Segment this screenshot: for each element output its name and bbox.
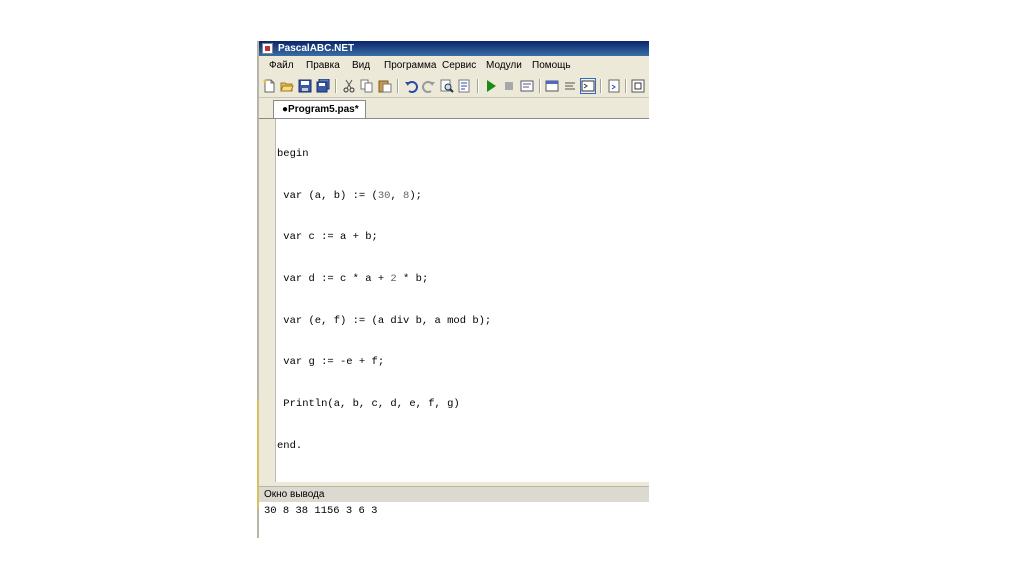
output-text: 30 8 38 1156 3 6 3 [264, 505, 378, 517]
menu-bar: Файл Правка Вид Программа Сервис Модули … [259, 56, 649, 76]
new-file-icon[interactable] [262, 79, 276, 93]
stop-icon[interactable] [502, 79, 516, 93]
code-line: Println(a, b, c, d, e, f, g) [277, 398, 460, 411]
code-line: var c := a + b; [277, 231, 378, 244]
save-all-icon[interactable] [316, 79, 330, 93]
code-line: end. [277, 439, 303, 452]
code-line: var (a, b) := (30, 8); [277, 189, 422, 202]
editor-tab-strip: ●Program5.pas* [259, 98, 649, 118]
debug-icon[interactable] [520, 79, 534, 93]
undo-icon[interactable] [404, 79, 418, 93]
code-line: begin [277, 147, 309, 160]
menu-service[interactable]: Сервис [442, 60, 476, 71]
output-panel[interactable]: 30 8 38 1156 3 6 3 [259, 502, 649, 538]
code-text[interactable]: begin var (a, b) := (30, 8); var c := a … [277, 120, 491, 481]
menu-program[interactable]: Программа [384, 60, 436, 71]
console-icon[interactable] [580, 78, 596, 94]
title-bar: PascalABC.NET [259, 41, 649, 56]
compile-icon[interactable] [631, 79, 645, 93]
app-window: PascalABC.NET Файл Правка Вид Программа … [259, 41, 649, 538]
code-line: var g := -e + f; [277, 356, 385, 369]
window-title: PascalABC.NET [278, 43, 355, 54]
open-folder-icon[interactable] [280, 79, 294, 93]
menu-edit[interactable]: Правка [306, 60, 340, 71]
toolbar [259, 76, 649, 98]
menu-modules[interactable]: Модули [486, 60, 522, 71]
tab-program5[interactable]: ●Program5.pas* [273, 100, 366, 118]
menu-help[interactable]: Помощь [532, 60, 571, 71]
menu-view[interactable]: Вид [352, 60, 370, 71]
comment-icon[interactable] [563, 79, 577, 93]
copy-icon[interactable] [360, 79, 374, 93]
code-line: var (e, f) := (a div b, a mod b); [277, 314, 492, 327]
format-icon[interactable] [607, 79, 621, 93]
cut-icon[interactable] [342, 79, 356, 93]
output-window-icon[interactable] [545, 79, 559, 93]
output-panel-header: Окно вывода [259, 486, 649, 503]
app-icon [262, 43, 273, 54]
redo-icon[interactable] [422, 79, 436, 93]
code-line: var d := c * a + 2 * b; [277, 272, 429, 285]
replace-icon[interactable] [458, 79, 472, 93]
run-icon[interactable] [484, 79, 498, 93]
output-panel-title: Окно вывода [264, 489, 325, 500]
find-icon[interactable] [440, 79, 454, 93]
menu-file[interactable]: Файл [269, 60, 294, 71]
code-editor[interactable]: begin var (a, b) := (30, 8); var c := a … [259, 118, 649, 483]
editor-gutter [259, 119, 276, 483]
save-icon[interactable] [298, 79, 312, 93]
paste-icon[interactable] [378, 79, 392, 93]
